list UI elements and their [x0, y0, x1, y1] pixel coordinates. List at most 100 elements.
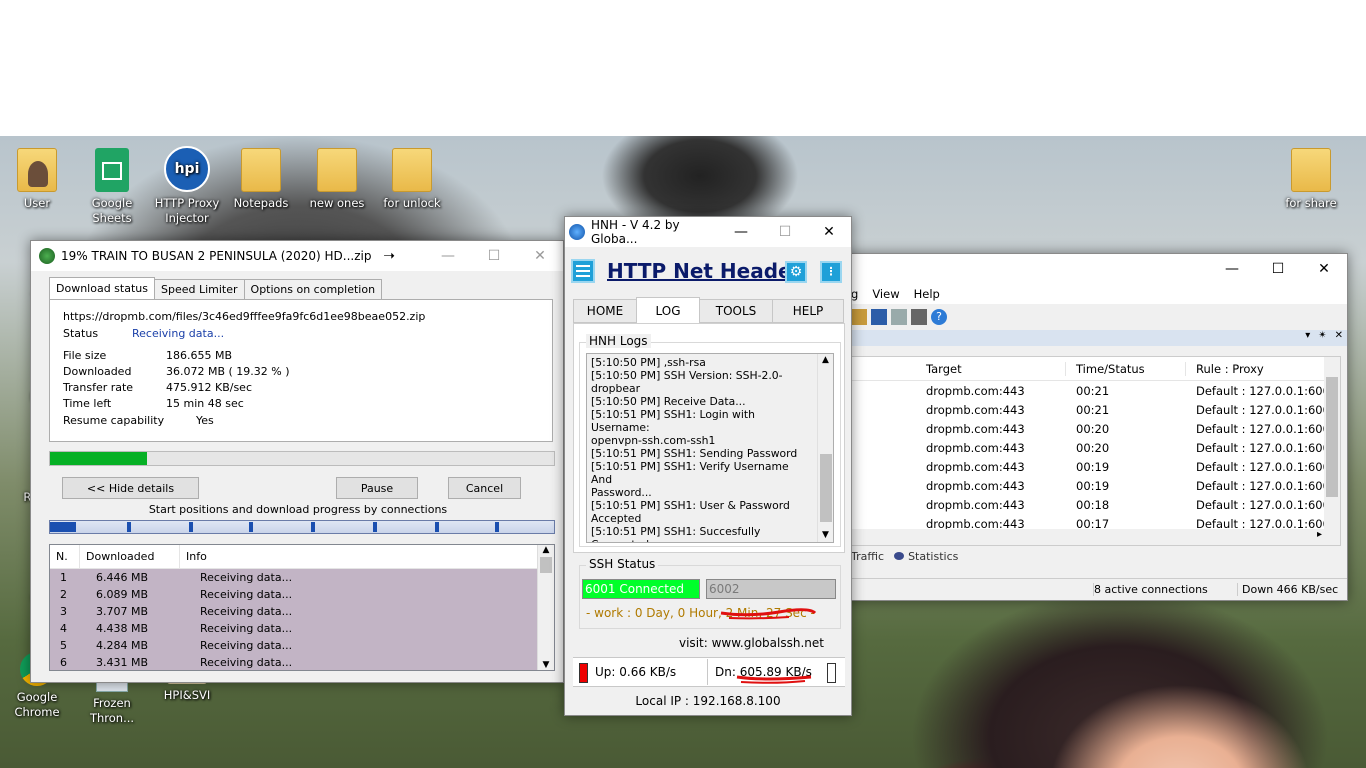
menu-item-view[interactable]: View	[872, 287, 899, 301]
hnh-app-icon	[569, 224, 585, 240]
col-time-status[interactable]: Time/Status	[1066, 361, 1186, 376]
desktop-icon-new-ones[interactable]: new ones	[300, 148, 374, 211]
hnh-log-text[interactable]: [5:10:50 PM] ,ssh-rsa [5:10:50 PM] SSH Ve…	[586, 353, 834, 543]
row-info: Receiving data...	[200, 622, 293, 635]
folder-icon	[241, 148, 281, 192]
downloaded-label: Downloaded	[63, 365, 132, 378]
connection-row[interactable]: dropmb.com:443 00:19 Default : 127.0.0.1:6…	[852, 476, 1340, 495]
scroll-thumb[interactable]	[1326, 377, 1338, 497]
pause-button[interactable]: Pause	[336, 477, 418, 499]
tab-log[interactable]: LOG	[636, 297, 700, 323]
maximize-button[interactable]: ☐	[471, 241, 517, 271]
connection-row[interactable]: dropmb.com:443 00:20 Default : 127.0.0.1:6…	[852, 419, 1340, 438]
connection-row[interactable]: dropmb.com:443 00:20 Default : 127.0.0.1:6…	[852, 438, 1340, 457]
log-line: openvpn-ssh.com-ssh1	[591, 434, 716, 447]
table-row[interactable]: 6 3.431 MB Receiving data...	[50, 654, 554, 670]
close-button[interactable]: ✕	[517, 241, 563, 271]
scroll-down-icon[interactable]: ▼	[818, 529, 833, 542]
tab-options-on-completion[interactable]: Options on completion	[243, 279, 383, 299]
minimize-button[interactable]: —	[425, 241, 471, 271]
scroll-thumb[interactable]	[820, 454, 832, 522]
table-row[interactable]: 5 4.284 MB Receiving data...	[50, 637, 554, 654]
desktop-icon-user[interactable]: User	[0, 148, 74, 211]
idm-download-window[interactable]: 19% TRAIN TO BUSAN 2 PENINSULA (2020) HD…	[30, 240, 564, 683]
desktop-icon-for-share[interactable]: for share	[1274, 148, 1348, 211]
table-row[interactable]: 4 4.438 MB Receiving data...	[50, 620, 554, 637]
vertical-scrollbar[interactable]	[1324, 357, 1340, 529]
connection-row[interactable]: dropmb.com:443 00:19 Default : 127.0.0.1:6…	[852, 457, 1340, 476]
tab-tools[interactable]: TOOLS	[699, 299, 773, 323]
hnh-menu-button[interactable]	[571, 259, 595, 283]
idm-titlebar: 19% TRAIN TO BUSAN 2 PENINSULA (2020) HD…	[31, 241, 563, 271]
minimize-button[interactable]: —	[719, 217, 763, 247]
panel-dropdown-icon[interactable]: ▾	[1305, 330, 1310, 346]
connections-table[interactable]: N. Downloaded Info 1 6.446 MB Receiving da…	[49, 544, 555, 671]
col-info[interactable]: Info	[180, 545, 554, 569]
menu-bar-line	[576, 275, 590, 277]
col-number[interactable]: N.	[50, 545, 80, 569]
tab-download-status[interactable]: Download status	[49, 277, 155, 299]
log-line: [5:10:50 PM] Receive Data...	[591, 395, 746, 408]
connection-row[interactable]: dropmb.com:443 00:21 Default : 127.0.0.1:6…	[852, 381, 1340, 400]
row-time: 00:21	[1076, 402, 1110, 417]
connection-segment	[249, 522, 253, 532]
horizontal-scrollbar[interactable]: ▸	[852, 529, 1340, 545]
panel-pin-icon[interactable]: ✴	[1318, 330, 1326, 346]
tab-help[interactable]: HELP	[772, 299, 844, 323]
proxifier-window[interactable]: — ☐ ✕ g View Help ? ▾ ✴ ✕ Target Time/Stat…	[842, 253, 1348, 601]
hnh-window[interactable]: HNH - V 4.2 by Globa... — ☐ ✕ HTTP Net H…	[564, 216, 852, 716]
copy-icon[interactable]	[891, 309, 907, 325]
visit-link[interactable]: visit: www.globalssh.net	[679, 636, 824, 650]
scroll-down-icon[interactable]: ▼	[538, 660, 554, 670]
table-row[interactable]: 1 6.446 MB Receiving data...	[50, 569, 554, 586]
tab-statistics[interactable]: Statistics	[894, 550, 958, 563]
panel-close-icon[interactable]: ✕	[1335, 330, 1343, 346]
folder-icon	[317, 148, 357, 192]
scroll-up-icon[interactable]: ▲	[538, 545, 554, 555]
col-target[interactable]: Target	[916, 361, 1066, 376]
tab-speed-limiter[interactable]: Speed Limiter	[153, 279, 245, 299]
ssh-status-title: SSH Status	[586, 557, 659, 571]
maximize-button[interactable]: ☐	[763, 217, 807, 247]
desktop-icon-notepads[interactable]: Notepads	[224, 148, 298, 211]
col-rule-proxy[interactable]: Rule : Proxy	[1186, 362, 1326, 376]
icon-label: for unlock	[383, 196, 441, 210]
log-scrollbar[interactable]: ▲ ▼	[817, 354, 833, 542]
desktop-icon-google-sheets[interactable]: Google Sheets	[75, 148, 149, 226]
connection-row[interactable]: dropmb.com:443 00:18 Default : 127.0.0.1:6…	[852, 495, 1340, 514]
col-downloaded[interactable]: Downloaded	[80, 545, 180, 569]
connections-list[interactable]: Target Time/Status Rule : Proxy dropmb.c…	[851, 356, 1341, 546]
scroll-thumb[interactable]	[540, 557, 552, 573]
log-line: [5:10:50 PM] SSH Version: SSH-2.0- dropb…	[591, 369, 783, 395]
row-target: dropmb.com:443	[926, 421, 1025, 436]
desktop-icon-for-unlock[interactable]: for unlock	[375, 148, 449, 211]
help-icon[interactable]: ?	[931, 309, 947, 325]
settings-tool-icon[interactable]	[851, 309, 867, 325]
hnh-logs-title: HNH Logs	[586, 334, 651, 348]
more-options-icon[interactable]: ⋮	[820, 261, 842, 283]
scroll-up-icon[interactable]: ▲	[818, 354, 833, 367]
hnh-tabs: HOME LOG TOOLS HELP	[573, 297, 844, 323]
connection-row[interactable]: dropmb.com:443 00:21 Default : 127.0.0.1:6…	[852, 400, 1340, 419]
vertical-scrollbar[interactable]: ▲ ▼	[537, 545, 554, 670]
cancel-button[interactable]: Cancel	[448, 477, 521, 499]
close-button[interactable]: ✕	[807, 217, 851, 247]
table-row[interactable]: 3 3.707 MB Receiving data...	[50, 603, 554, 620]
tab-home[interactable]: HOME	[573, 299, 637, 323]
hide-details-button[interactable]: << Hide details	[62, 477, 199, 499]
row-target: dropmb.com:443	[926, 440, 1025, 455]
minimize-button[interactable]: —	[1209, 254, 1255, 284]
download-status-panel: https://dropmb.com/files/3c46ed9fffee9fa…	[49, 299, 553, 442]
downloaded-value: 36.072 MB ( 19.32 % )	[166, 365, 290, 378]
maximize-button[interactable]: ☐	[1255, 254, 1301, 284]
menu-item-help[interactable]: Help	[914, 287, 940, 301]
menu-item-profile[interactable]: g	[851, 287, 858, 301]
desktop-icon-http-proxy-injector[interactable]: hpi HTTP Proxy Injector	[150, 146, 224, 226]
upload-speed: Up: 0.66 KB/s	[595, 665, 677, 679]
print-icon[interactable]	[911, 309, 927, 325]
save-icon[interactable]	[871, 309, 887, 325]
tab-traffic[interactable]: Traffic	[851, 550, 884, 563]
close-button[interactable]: ✕	[1301, 254, 1347, 284]
menu-bar-line	[576, 270, 590, 272]
table-row[interactable]: 2 6.089 MB Receiving data...	[50, 586, 554, 603]
